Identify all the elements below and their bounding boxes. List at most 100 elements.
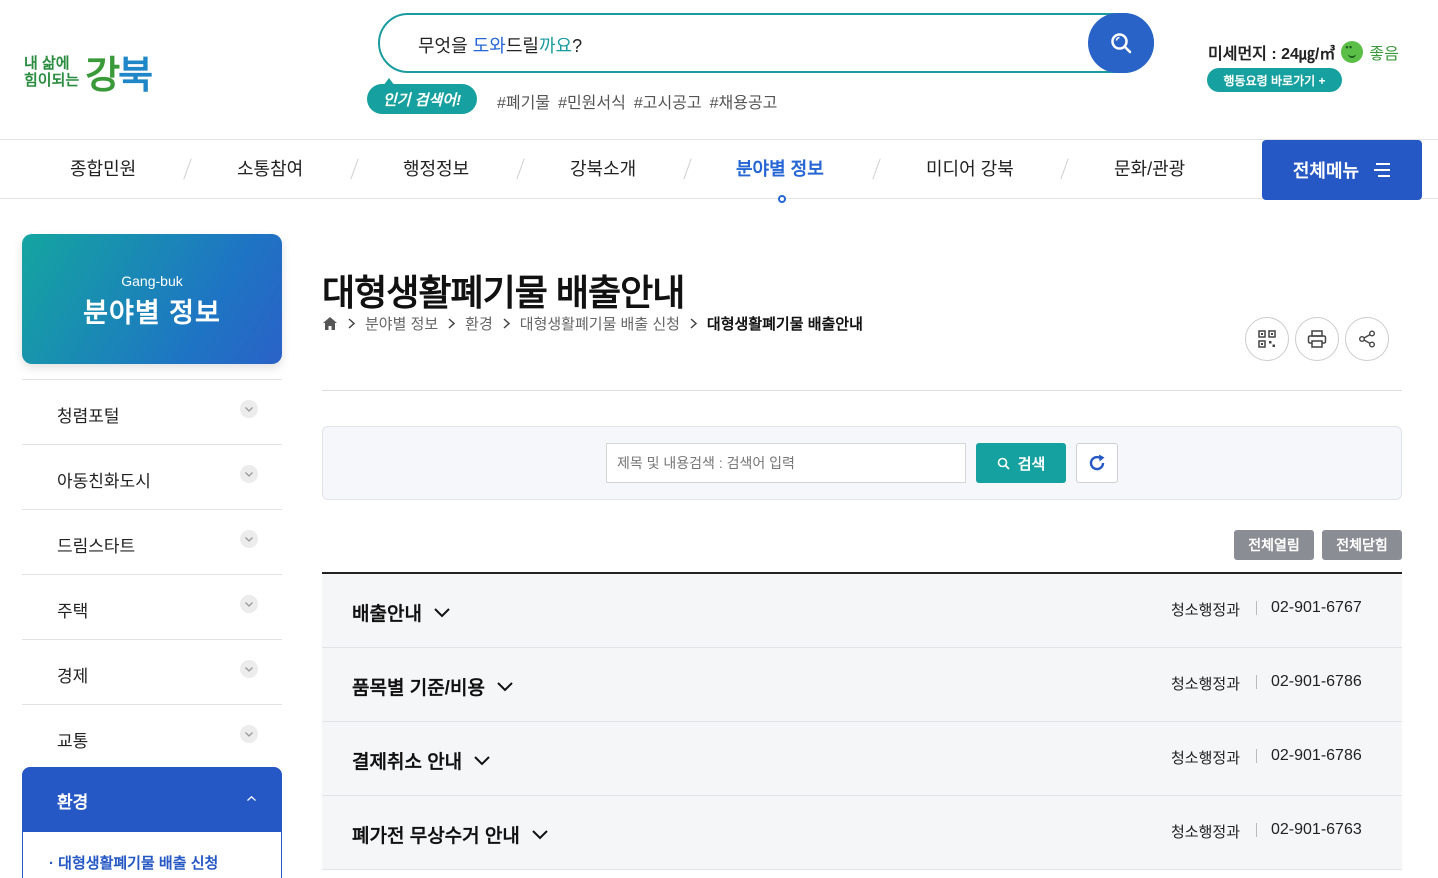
gnb-item-administration[interactable]: 행정정보: [403, 155, 469, 181]
breadcrumb-item[interactable]: 대형생활폐기물 배출 신청: [520, 313, 680, 334]
divider: [1256, 675, 1257, 689]
logo-mark-gang: 강: [85, 53, 120, 97]
search-text-highlight1: 도와: [472, 36, 506, 56]
printer-icon: [1307, 330, 1327, 348]
popular-keyword[interactable]: #민원서식: [558, 89, 626, 113]
reset-button[interactable]: [1076, 443, 1118, 483]
collapse-all-button[interactable]: 전체닫힘: [1322, 530, 1402, 560]
chevron-right-icon: [690, 316, 698, 332]
main-search-placeholder[interactable]: 무엇을 도와드릴까요?: [418, 32, 582, 58]
sidebar-subitem-bulky-waste[interactable]: · 대형생활폐기물 배출 신청: [49, 852, 218, 873]
content-search-button[interactable]: 검색: [976, 443, 1066, 483]
sidebar-item-label: 드림스타트: [57, 537, 136, 556]
sidebar-item-label: 주택: [57, 602, 89, 621]
global-navigation: 종합민원 소통참여 행정정보 강북소개 분야별 정보 미디어 강북 문화/관광 …: [0, 139, 1438, 203]
gnb-separator: [350, 158, 359, 180]
sidebar-hero-en: Gang-buk: [121, 273, 183, 289]
popular-keyword[interactable]: #폐기물: [497, 89, 550, 113]
chevron-down-icon: [474, 755, 490, 765]
divider: [1256, 749, 1257, 763]
sidebar-submenu: · 대형생활폐기물 배출 신청: [22, 832, 282, 878]
print-button[interactable]: [1295, 317, 1339, 361]
breadcrumb-item[interactable]: 환경: [465, 313, 493, 334]
page-title: 대형생활폐기물 배출안내: [322, 272, 685, 313]
home-icon[interactable]: [322, 316, 338, 331]
popular-keyword[interactable]: #고시공고: [634, 89, 702, 113]
all-menu-label: 전체메뉴: [1292, 161, 1360, 181]
search-text-mid: 드릴: [505, 36, 539, 56]
gnb-item-field-info[interactable]: 분야별 정보: [736, 155, 824, 181]
accordion-department: 청소행정과: [1171, 824, 1241, 841]
chevron-down-icon: [240, 660, 258, 678]
accordion-phone: 02-901-6767: [1271, 599, 1362, 616]
sidebar-item-traffic[interactable]: 교통: [22, 704, 282, 769]
gnb-active-indicator: [778, 195, 786, 203]
accordion-item[interactable]: 결제취소 안내 청소행정과 02-901-6786: [322, 722, 1402, 796]
accordion-phone: 02-901-6786: [1271, 747, 1362, 764]
logo-mark-buk: 북: [118, 53, 153, 97]
sidebar-item-child-friendly[interactable]: 아동친화도시: [22, 444, 282, 509]
breadcrumb-item[interactable]: 분야별 정보: [365, 313, 438, 334]
smile-face-icon: [1341, 41, 1364, 63]
chevron-down-icon: [240, 465, 258, 483]
gnb-item-communication[interactable]: 소통참여: [237, 155, 303, 181]
gnb-item-civil[interactable]: 종합민원: [70, 155, 136, 181]
sidebar-hero: Gang-buk 분야별 정보: [22, 234, 282, 364]
breadcrumb-current: 대형생활폐기물 배출안내: [706, 316, 863, 333]
sidebar-item-label: 아동친화도시: [57, 472, 151, 491]
popular-keywords: #폐기물 #민원서식 #고시공고 #채용공고: [497, 89, 777, 113]
hamburger-icon: [1374, 163, 1391, 177]
sidebar-item-label: 경제: [57, 667, 89, 686]
accordion-item[interactable]: 폐가전 무상수거 안내 청소행정과 02-901-6763: [322, 796, 1402, 870]
gnb-item-media[interactable]: 미디어 강북: [926, 155, 1014, 181]
logo-slogan-line1: 내 삶에: [24, 54, 70, 72]
main-search-box[interactable]: 무엇을 도와드릴까요?: [378, 13, 1154, 73]
sidebar-item-integrity[interactable]: 청렴포털: [22, 379, 282, 444]
breadcrumb: 분야별 정보 환경 대형생활폐기물 배출 신청 대형생활폐기물 배출안내: [322, 313, 863, 334]
accordion-title: 폐가전 무상수거 안내: [352, 826, 520, 847]
chevron-down-icon: [532, 829, 548, 839]
qr-code-icon: [1258, 330, 1276, 348]
main-search-button[interactable]: [1088, 13, 1154, 73]
sidebar-item-dreamstart[interactable]: 드림스타트: [22, 509, 282, 574]
sidebar-item-environment[interactable]: 환경: [22, 767, 282, 832]
expand-all-button[interactable]: 전체열림: [1234, 530, 1314, 560]
accordion-title: 배출안내: [352, 604, 422, 625]
all-menu-button[interactable]: 전체메뉴: [1262, 140, 1422, 200]
logo-mark: 강북: [85, 44, 153, 99]
search-text-post: ?: [572, 36, 583, 56]
search-text-pre: 무엇을: [418, 36, 473, 56]
sidebar-item-housing[interactable]: 주택: [22, 574, 282, 639]
chevron-down-icon: [240, 530, 258, 548]
gnb-separator: [1060, 158, 1069, 180]
search-text-highlight2: 까요: [538, 36, 573, 56]
page-tools: [1245, 317, 1389, 361]
share-button[interactable]: [1345, 317, 1389, 361]
accordion-list: 배출안내 청소행정과 02-901-6767 품목별 기준/비용 청소행정과 0…: [322, 572, 1402, 870]
sidebar-item-economy[interactable]: 경제: [22, 639, 282, 704]
accordion-department: 청소행정과: [1171, 750, 1241, 767]
sidebar-item-label: 청렴포털: [57, 407, 120, 426]
action-guide-button[interactable]: 행동요령 바로가기 +: [1207, 68, 1342, 92]
divider: [1256, 823, 1257, 837]
accordion-phone: 02-901-6763: [1271, 821, 1362, 838]
accordion-item[interactable]: 배출안내 청소행정과 02-901-6767: [322, 574, 1402, 648]
accordion-phone: 02-901-6786: [1271, 673, 1362, 690]
accordion-title: 품목별 기준/비용: [352, 678, 485, 699]
gnb-item-about[interactable]: 강북소개: [570, 155, 636, 181]
fine-dust-widget: 미세먼지 : 24㎍/㎥ 좋음: [1208, 40, 1399, 64]
chevron-down-icon: [240, 595, 258, 613]
popular-keyword[interactable]: #채용공고: [710, 89, 778, 113]
chevron-down-icon: [434, 607, 450, 617]
accordion-title: 결제취소 안내: [352, 752, 463, 773]
gnb-item-culture[interactable]: 문화/관광: [1114, 155, 1185, 181]
gnb-separator: [872, 158, 881, 180]
title-divider: [322, 390, 1402, 391]
share-icon: [1359, 330, 1375, 348]
qr-code-button[interactable]: [1245, 317, 1289, 361]
content-search-input[interactable]: [606, 443, 966, 483]
chevron-right-icon: [348, 316, 356, 332]
logo-slogan-line2: 힘이되는: [24, 71, 80, 89]
accordion-item[interactable]: 품목별 기준/비용 청소행정과 02-901-6786: [322, 648, 1402, 722]
site-logo[interactable]: 내 삶에 힘이되는 강북: [24, 44, 153, 99]
